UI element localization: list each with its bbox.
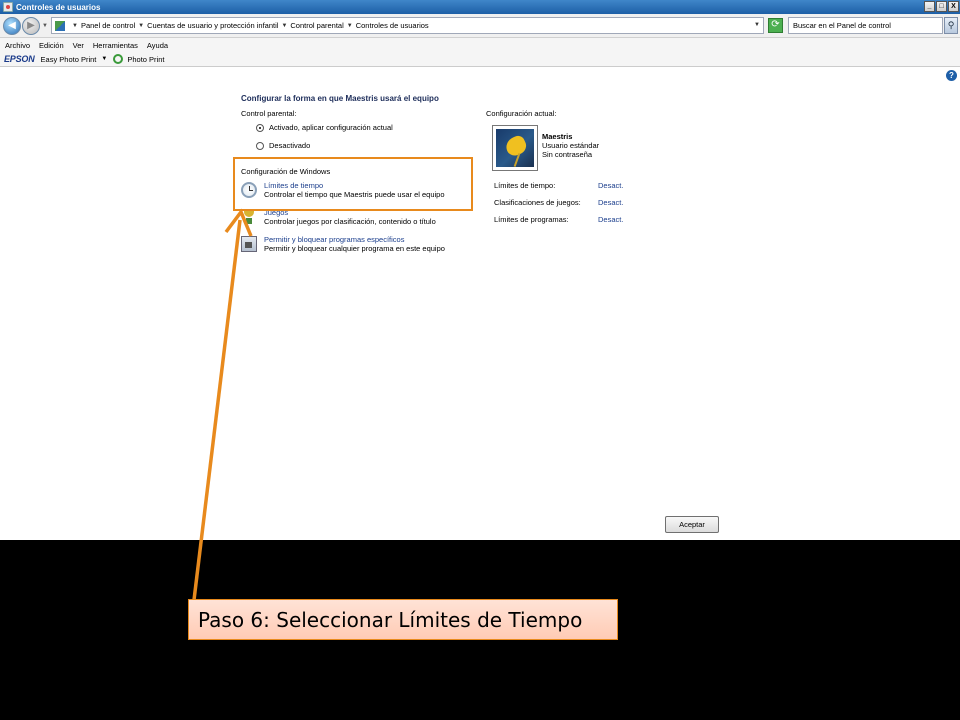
window-title: Controles de usuarios (16, 2, 101, 12)
control-panel-icon (3, 2, 13, 12)
easy-photo-print-button[interactable]: Easy Photo Print (41, 55, 97, 64)
menu-edit[interactable]: Edición (39, 41, 64, 50)
chevron-icon[interactable]: ▼ (72, 23, 78, 29)
chevron-down-icon[interactable]: ▼ (101, 56, 107, 62)
title-bar: Controles de usuarios _ □ X (0, 0, 960, 14)
chevron-icon[interactable]: ▼ (138, 23, 144, 29)
back-button[interactable]: ◀ (3, 16, 21, 35)
search-input[interactable]: Buscar en el Panel de control (788, 17, 943, 34)
radio-deactivated[interactable]: Desactivado (256, 141, 310, 150)
control-panel-crumb-icon (55, 20, 65, 31)
forward-button[interactable]: ▶ (22, 16, 40, 35)
user-type: Usuario estándar (542, 141, 600, 150)
epson-logo: EPSON (4, 54, 35, 64)
radio-unselected-icon[interactable] (256, 141, 264, 150)
refresh-button[interactable]: ⟳ (768, 18, 783, 33)
menu-bar: Archivo Edición Ver Herramientas Ayuda (0, 38, 960, 52)
highlight-box (233, 157, 473, 211)
accept-button[interactable]: Aceptar (665, 516, 719, 533)
minimize-button[interactable]: _ (924, 1, 935, 12)
photo-print-button[interactable]: Photo Print (127, 55, 164, 64)
search-icon[interactable]: ⚲ (944, 17, 958, 34)
epson-toolbar: EPSON Easy Photo Print ▼ Photo Print (0, 52, 960, 67)
menu-view[interactable]: Ver (73, 41, 84, 50)
annotation-callout: Paso 6: Seleccionar Límites de Tiempo (188, 599, 618, 640)
avatar (492, 125, 538, 171)
maximize-button[interactable]: □ (936, 1, 947, 12)
radio-selected-icon[interactable] (256, 123, 264, 132)
radio-activated-label: Activado, aplicar configuración actual (269, 123, 393, 132)
stat-game-ratings-value: Desact. (598, 198, 624, 207)
current-config-label: Configuración actual: (486, 109, 557, 118)
stat-game-ratings-label: Clasificaciones de juegos: (494, 198, 581, 207)
menu-tools[interactable]: Herramientas (93, 41, 138, 50)
games-desc: Controlar juegos por clasificación, cont… (264, 217, 436, 226)
games-icon (241, 209, 257, 225)
breadcrumb-parental-control[interactable]: Control parental (290, 21, 343, 30)
radio-deactivated-label: Desactivado (269, 141, 311, 150)
games-link[interactable]: Juegos Controlar juegos por clasificació… (241, 209, 436, 226)
address-bar: ◀ ▶ ▼ ▼ Panel de control ▼ Cuentas de us… (0, 14, 960, 38)
window-controls: _ □ X (924, 1, 959, 12)
stat-program-limits-value: Desact. (598, 215, 624, 224)
help-icon[interactable]: ? (946, 70, 957, 81)
user-picture (496, 129, 534, 167)
radio-activated[interactable]: Activado, aplicar configuración actual (256, 123, 393, 132)
close-button[interactable]: X (948, 1, 959, 12)
chevron-icon[interactable]: ▼ (281, 23, 287, 29)
address-dropdown-icon[interactable]: ▼ (754, 22, 760, 28)
photo-print-icon (113, 54, 124, 64)
breadcrumb-control-panel[interactable]: Panel de control (81, 21, 135, 30)
breadcrumb-user-accounts[interactable]: Cuentas de usuario y protección infantil (147, 21, 278, 30)
user-password-status: Sin contraseña (542, 150, 593, 159)
breadcrumb[interactable]: ▼ Panel de control ▼ Cuentas de usuario … (51, 17, 764, 34)
programs-title[interactable]: Permitir y bloquear programas específico… (264, 236, 445, 244)
programs-desc: Permitir y bloquear cualquier programa e… (264, 244, 445, 253)
program-window-icon (241, 236, 257, 252)
chevron-icon[interactable]: ▼ (347, 23, 353, 29)
menu-file[interactable]: Archivo (5, 41, 30, 50)
stat-program-limits-label: Límites de programas: (494, 215, 569, 224)
stat-time-limits-value: Desact. (598, 181, 624, 190)
menu-help[interactable]: Ayuda (147, 41, 168, 50)
stat-time-limits-label: Límites de tiempo: (494, 181, 556, 190)
programs-link[interactable]: Permitir y bloquear programas específico… (241, 236, 445, 253)
breadcrumb-user-controls[interactable]: Controles de usuarios (356, 21, 429, 30)
history-dropdown-icon[interactable]: ▼ (42, 23, 48, 29)
parental-control-label: Control parental: (241, 109, 297, 118)
page-title: Configurar la forma en que Maestris usar… (241, 94, 439, 103)
user-controls-window: Controles de usuarios _ □ X ◀ ▶ ▼ ▼ Pane… (0, 0, 960, 540)
user-name: Maestris (542, 132, 573, 141)
